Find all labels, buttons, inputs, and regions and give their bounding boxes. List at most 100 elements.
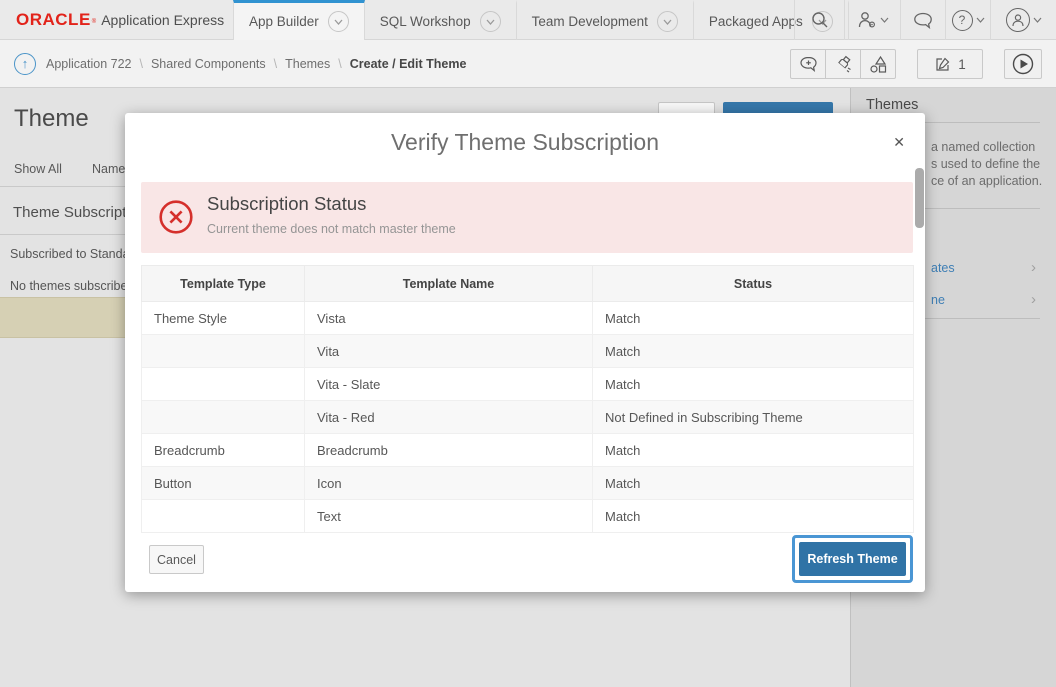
cell-status: Match xyxy=(593,368,914,401)
bubble-plus-icon xyxy=(799,56,818,73)
cell-template-type xyxy=(142,335,305,368)
sidebar-link-templates[interactable]: ates xyxy=(931,261,955,275)
user-account-menu-button[interactable] xyxy=(990,0,1056,40)
run-application-button[interactable] xyxy=(1004,49,1042,79)
edit-page-button[interactable]: 1 xyxy=(917,49,983,79)
breadcrumb-current-page: Create / Edit Theme xyxy=(350,57,467,71)
refresh-theme-focus-ring: Refresh Theme xyxy=(792,535,913,583)
help-icon: ? xyxy=(952,10,973,31)
table-row: Breadcrumb Breadcrumb Match xyxy=(142,434,914,467)
sidebar-description-line: ce of an application. xyxy=(931,173,1042,190)
column-header-template-type: Template Type xyxy=(142,266,305,302)
table-row: Button Icon Match xyxy=(142,467,914,500)
chevron-down-icon[interactable] xyxy=(480,11,501,32)
tab-team-development[interactable]: Team Development xyxy=(517,0,694,40)
alert-message: Current theme does not match master them… xyxy=(207,222,456,236)
top-nav: ORACLE ® Application Express App Builder… xyxy=(0,0,1056,40)
tab-sql-workshop[interactable]: SQL Workshop xyxy=(365,0,517,40)
flashlight-icon xyxy=(834,55,853,73)
cell-status: Match xyxy=(593,434,914,467)
administration-menu-button[interactable] xyxy=(844,0,900,40)
cell-template-name: Icon xyxy=(305,467,593,500)
chevron-down-icon[interactable] xyxy=(328,11,349,32)
oracle-logo: ORACLE xyxy=(16,10,91,30)
breadcrumb-separator: \ xyxy=(139,57,142,71)
alert-title: Subscription Status xyxy=(207,193,366,215)
filter-show-all[interactable]: Show All xyxy=(14,162,62,176)
search-icon xyxy=(811,11,829,29)
refresh-theme-button[interactable]: Refresh Theme xyxy=(799,542,906,576)
breadcrumb-shared-components[interactable]: Shared Components xyxy=(151,57,266,71)
tab-label: App Builder xyxy=(249,14,319,29)
cancel-button[interactable]: Cancel xyxy=(149,545,204,574)
chevron-down-icon xyxy=(880,17,889,23)
breadcrumb-themes[interactable]: Themes xyxy=(285,57,330,71)
advisor-button[interactable] xyxy=(825,49,861,79)
no-subscribers-text: No themes subscribe xyxy=(10,279,127,293)
play-icon xyxy=(1012,53,1034,75)
chevron-down-icon[interactable] xyxy=(657,11,678,32)
sidebar-description-line: a named collection xyxy=(931,139,1042,156)
shared-components-button[interactable] xyxy=(860,49,896,79)
cell-template-type xyxy=(142,401,305,434)
tab-app-builder[interactable]: App Builder xyxy=(233,0,365,40)
search-button[interactable] xyxy=(794,0,844,40)
feedback-button[interactable] xyxy=(900,0,945,40)
verify-theme-subscription-dialog: Verify Theme Subscription ✕ Subscription… xyxy=(125,113,925,592)
cell-status: Not Defined in Subscribing Theme xyxy=(593,401,914,434)
sidebar-description-line: s used to define the xyxy=(931,156,1042,173)
nav-icon-bar: ? xyxy=(794,0,1056,40)
breadcrumb-bar: ↑ Application 722 \ Shared Components \ … xyxy=(0,40,1056,88)
chevron-down-icon xyxy=(1033,17,1042,23)
filter-name[interactable]: Name xyxy=(92,162,125,176)
table-row: Vita - Slate Match xyxy=(142,368,914,401)
chevron-right-icon: › xyxy=(1031,291,1036,308)
modal-scrollbar-thumb[interactable] xyxy=(915,168,924,228)
shapes-icon xyxy=(869,55,888,74)
breadcrumb-application[interactable]: Application 722 xyxy=(46,57,131,71)
cell-template-name: Vita - Red xyxy=(305,401,593,434)
tab-label: Team Development xyxy=(532,14,648,29)
cell-status: Match xyxy=(593,335,914,368)
feedback-add-button[interactable] xyxy=(790,49,826,79)
help-menu-button[interactable]: ? xyxy=(945,0,990,40)
table-row: Vita - Red Not Defined in Subscribing Th… xyxy=(142,401,914,434)
error-circle-x-icon xyxy=(158,199,194,235)
up-level-icon[interactable]: ↑ xyxy=(14,53,36,75)
table-row: Text Match xyxy=(142,500,914,533)
page-title: Theme xyxy=(14,105,89,133)
cell-template-name: Breadcrumb xyxy=(305,434,593,467)
cell-template-type xyxy=(142,500,305,533)
cell-template-type xyxy=(142,368,305,401)
cell-template-name: Vista xyxy=(305,302,593,335)
admin-user-gear-icon xyxy=(857,11,877,29)
cell-status: Match xyxy=(593,302,914,335)
edit-pencil-icon xyxy=(934,56,951,73)
cell-status: Match xyxy=(593,467,914,500)
section-title-theme-subscription: Theme Subscriptio xyxy=(13,204,138,221)
cell-template-name: Vita - Slate xyxy=(305,368,593,401)
cell-template-name: Text xyxy=(305,500,593,533)
cell-template-name: Vita xyxy=(305,335,593,368)
chevron-right-icon: › xyxy=(1031,259,1036,276)
chevron-down-icon xyxy=(976,17,985,23)
nav-tabs: App Builder SQL Workshop Team Developmen… xyxy=(233,0,849,40)
table-row: Theme Style Vista Match xyxy=(142,302,914,335)
table-header-row: Template Type Template Name Status xyxy=(142,266,914,302)
brand: ORACLE ® Application Express xyxy=(16,0,224,40)
cell-template-type: Button xyxy=(142,467,305,500)
breadcrumb-separator: \ xyxy=(274,57,277,71)
sidebar-link-theme[interactable]: ne xyxy=(931,293,945,307)
sidebar-description: a named collection s used to define the … xyxy=(931,139,1042,190)
column-header-template-name: Template Name xyxy=(305,266,593,302)
breadcrumb: Application 722 \ Shared Components \ Th… xyxy=(46,40,466,87)
tab-label: SQL Workshop xyxy=(380,14,471,29)
chat-bubble-icon xyxy=(913,12,933,29)
cell-status: Match xyxy=(593,500,914,533)
edit-page-number: 1 xyxy=(958,57,966,72)
product-name: Application Express xyxy=(101,12,224,28)
sidebar-title-themes: Themes xyxy=(866,97,918,113)
close-icon[interactable]: ✕ xyxy=(893,134,905,151)
cell-template-type: Breadcrumb xyxy=(142,434,305,467)
breadcrumb-separator: \ xyxy=(338,57,341,71)
